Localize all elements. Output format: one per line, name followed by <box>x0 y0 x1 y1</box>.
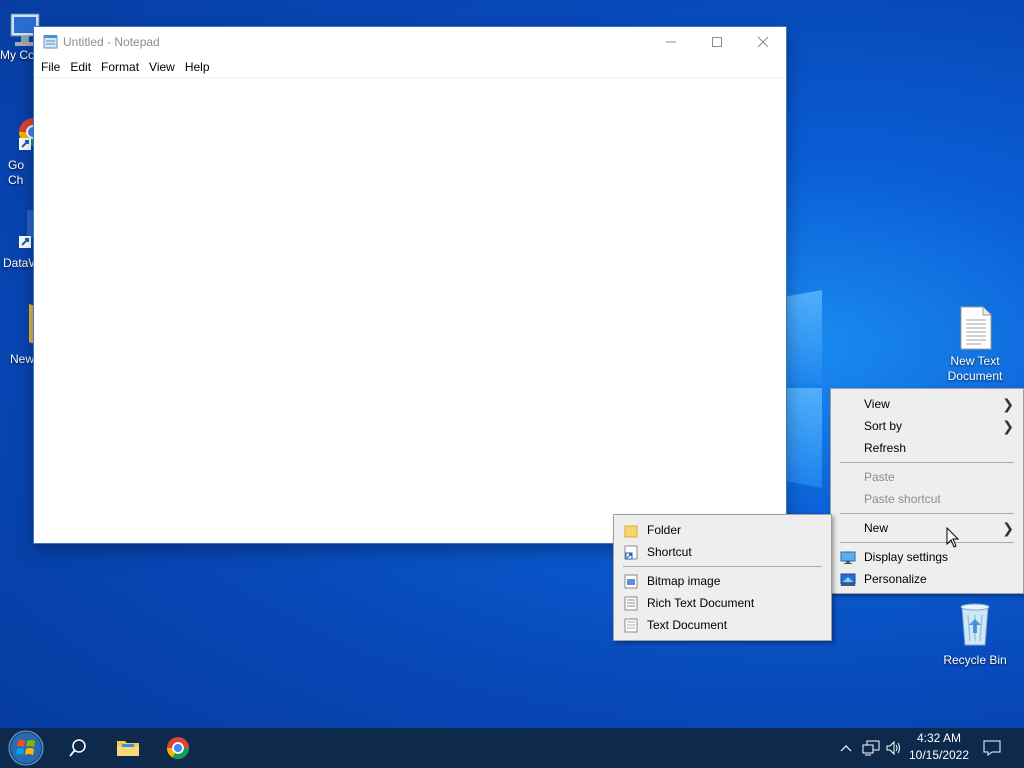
minimize-icon <box>666 41 676 43</box>
minimize-button[interactable] <box>648 27 694 57</box>
start-orb-icon <box>8 730 44 766</box>
menu-edit[interactable]: Edit <box>65 57 96 77</box>
title-bar[interactable]: Untitled - Notepad <box>34 27 786 57</box>
start-button[interactable] <box>2 728 50 768</box>
close-button[interactable] <box>740 27 786 57</box>
taskbar: 4:32 AM 10/15/2022 <box>0 728 1024 768</box>
notification-icon <box>983 740 1001 756</box>
menu-view[interactable]: View <box>144 57 180 77</box>
menu-separator <box>840 513 1014 514</box>
network-icon <box>862 740 880 756</box>
menu-help[interactable]: Help <box>180 57 215 77</box>
submenu-item-folder[interactable]: Folder <box>614 519 831 541</box>
folder-icon <box>623 523 639 538</box>
shortcut-icon <box>623 545 639 560</box>
menu-item-new[interactable]: New ❯ <box>831 517 1023 539</box>
menu-item-paste: Paste <box>864 470 895 484</box>
menu-separator <box>840 542 1014 543</box>
maximize-button[interactable] <box>694 27 740 57</box>
volume-button[interactable] <box>883 728 905 768</box>
menu-separator <box>840 462 1014 463</box>
desktop-icon-new-text-document[interactable]: New Text Document <box>938 306 1012 384</box>
close-icon <box>757 36 769 48</box>
clock[interactable]: 4:32 AM 10/15/2022 <box>906 730 972 766</box>
submenu-item-shortcut[interactable]: Shortcut <box>614 541 831 563</box>
menu-separator <box>623 566 822 567</box>
desktop-icon-label: Recycle Bin <box>943 653 1007 667</box>
file-explorer-icon <box>117 741 139 756</box>
desktop-context-menu: View ❯ Sort by ❯ Refresh Paste Paste short… <box>830 388 1024 594</box>
desktop-icon-recycle-bin[interactable]: Recycle Bin <box>938 601 1012 668</box>
display-icon <box>840 550 856 565</box>
maximize-icon <box>712 37 722 47</box>
wallpaper-logo <box>780 290 822 490</box>
search-button[interactable] <box>54 728 102 768</box>
chevron-up-icon <box>840 745 852 752</box>
window-title: Untitled - Notepad <box>63 35 160 49</box>
submenu-item-rich-text-document[interactable]: Rich Text Document <box>614 592 831 614</box>
menu-item-personalize[interactable]: Personalize <box>831 568 1023 590</box>
personalize-icon <box>840 572 856 587</box>
menu-item-sort-by[interactable]: Sort by ❯ <box>831 415 1023 437</box>
notepad-window[interactable]: Untitled - Notepad File Edit Format View… <box>34 27 786 543</box>
menu-file[interactable]: File <box>36 57 65 77</box>
file-explorer-button[interactable] <box>104 728 152 768</box>
menu-item-view[interactable]: View ❯ <box>831 393 1023 415</box>
text-area[interactable] <box>34 78 786 543</box>
chevron-right-icon: ❯ <box>1002 396 1014 412</box>
network-button[interactable] <box>860 728 882 768</box>
clock-time: 4:32 AM <box>916 731 962 745</box>
show-hidden-icons-button[interactable] <box>836 728 856 768</box>
menu-bar: File Edit Format View Help <box>34 57 786 78</box>
menu-item-paste-shortcut: Paste shortcut <box>864 492 941 506</box>
rich-text-icon <box>623 596 639 611</box>
submenu-item-text-document[interactable]: Text Document <box>614 614 831 636</box>
text-document-icon <box>623 618 639 633</box>
bitmap-icon <box>623 574 639 589</box>
menu-format[interactable]: Format <box>96 57 144 77</box>
search-icon <box>69 739 86 757</box>
menu-item-refresh[interactable]: Refresh <box>831 437 1023 459</box>
notepad-icon <box>43 34 58 49</box>
chevron-right-icon: ❯ <box>1002 520 1014 536</box>
volume-icon <box>886 740 900 756</box>
text-document-icon <box>955 306 995 350</box>
chrome-icon <box>167 737 189 759</box>
chrome-button[interactable] <box>154 728 202 768</box>
new-submenu: Folder Shortcut Bitmap image Rich Text D… <box>613 514 832 641</box>
chevron-right-icon: ❯ <box>1002 418 1014 434</box>
action-center-button[interactable] <box>978 728 1006 768</box>
menu-item-display-settings[interactable]: Display settings <box>831 546 1023 568</box>
clock-date: 10/15/2022 <box>908 748 970 762</box>
desktop-icon-label: New Text Document <box>947 354 1003 383</box>
recycle-bin-icon <box>955 601 995 646</box>
submenu-item-bitmap-image[interactable]: Bitmap image <box>614 570 831 592</box>
mouse-cursor-icon <box>946 527 960 548</box>
